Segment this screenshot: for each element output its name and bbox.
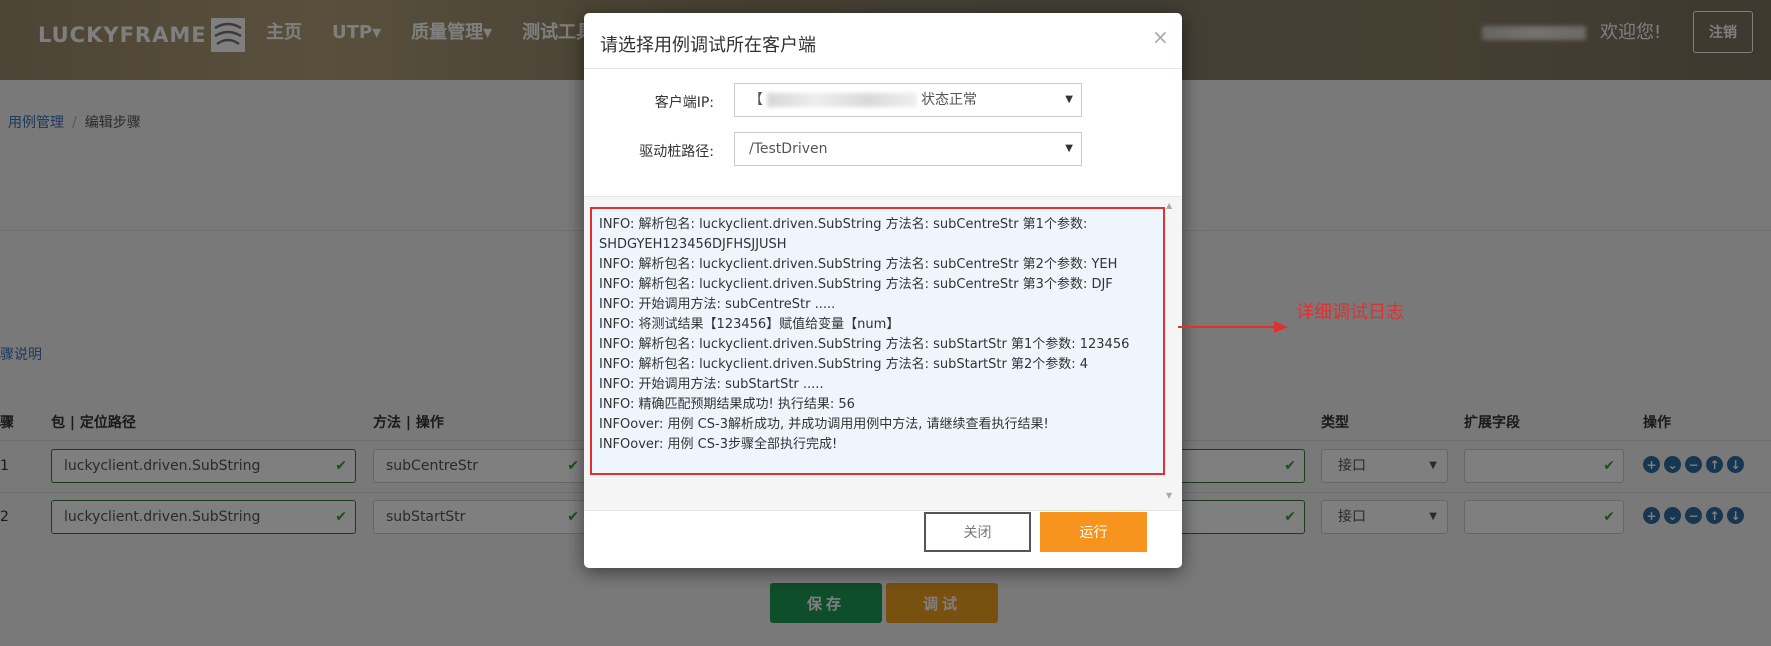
- driver-path-value: /TestDriven: [749, 141, 828, 157]
- log-line: INFO: 解析包名: luckyclient.driven.SubString…: [599, 337, 1130, 352]
- log-line: INFO: 开始调用方法: subStartStr .....: [599, 377, 824, 392]
- log-line: INFO: 解析包名: luckyclient.driven.SubString…: [599, 217, 1088, 232]
- log-line: INFO: 解析包名: luckyclient.driven.SubString…: [599, 277, 1113, 292]
- run-button[interactable]: 运行: [1040, 512, 1147, 552]
- caret-down-icon: ▼: [1065, 94, 1073, 105]
- driver-path-select[interactable]: /TestDriven ▼: [734, 132, 1082, 166]
- log-panel[interactable]: INFO: 解析包名: luckyclient.driven.SubString…: [584, 197, 1182, 510]
- log-line: SHDGYEH123456DJFHSJJUSH: [599, 237, 787, 252]
- client-ip-prefix: 【: [749, 92, 763, 108]
- client-ip-select[interactable]: 【 状态正常 ▼: [734, 83, 1082, 117]
- debug-log-box[interactable]: INFO: 解析包名: luckyclient.driven.SubString…: [590, 207, 1165, 475]
- log-line: INFO: 精确匹配预期结果成功! 执行结果: 56: [599, 397, 855, 412]
- annotation-label: 详细调试日志: [1296, 302, 1404, 323]
- annotation-arrow-icon: [1178, 321, 1288, 333]
- log-line: INFO: 解析包名: luckyclient.driven.SubString…: [599, 257, 1118, 272]
- log-line: INFOover: 用例 CS-3步骤全部执行完成!: [599, 437, 838, 452]
- log-line: INFO: 将测试结果【123456】赋值给变量【num】: [599, 317, 900, 332]
- modal-header-divider: [584, 68, 1182, 69]
- log-line: INFO: 开始调用方法: subCentreStr .....: [599, 297, 836, 312]
- close-icon[interactable]: ×: [1152, 25, 1169, 49]
- debug-client-modal: 请选择用例调试所在客户端 × 客户端IP: 【 状态正常 ▼ 驱动桩路径: /Te…: [584, 13, 1182, 568]
- modal-footer-divider: [584, 510, 1182, 511]
- close-button[interactable]: 关闭: [924, 512, 1031, 552]
- scroll-down-icon[interactable]: ▼: [1166, 491, 1172, 500]
- caret-down-icon: ▼: [1065, 143, 1073, 154]
- log-line: INFO: 解析包名: luckyclient.driven.SubString…: [599, 357, 1089, 372]
- client-ip-status: 状态正常: [921, 92, 977, 108]
- client-ip-label: 客户端IP:: [654, 95, 714, 111]
- scroll-up-icon[interactable]: ▲: [1166, 201, 1172, 210]
- driver-path-label: 驱动桩路径:: [639, 144, 714, 160]
- client-ip-redacted: [767, 93, 917, 107]
- modal-title: 请选择用例调试所在客户端: [600, 35, 816, 56]
- log-line: INFOover: 用例 CS-3解析成功, 并成功调用用例中方法, 请继续查看…: [599, 417, 1049, 432]
